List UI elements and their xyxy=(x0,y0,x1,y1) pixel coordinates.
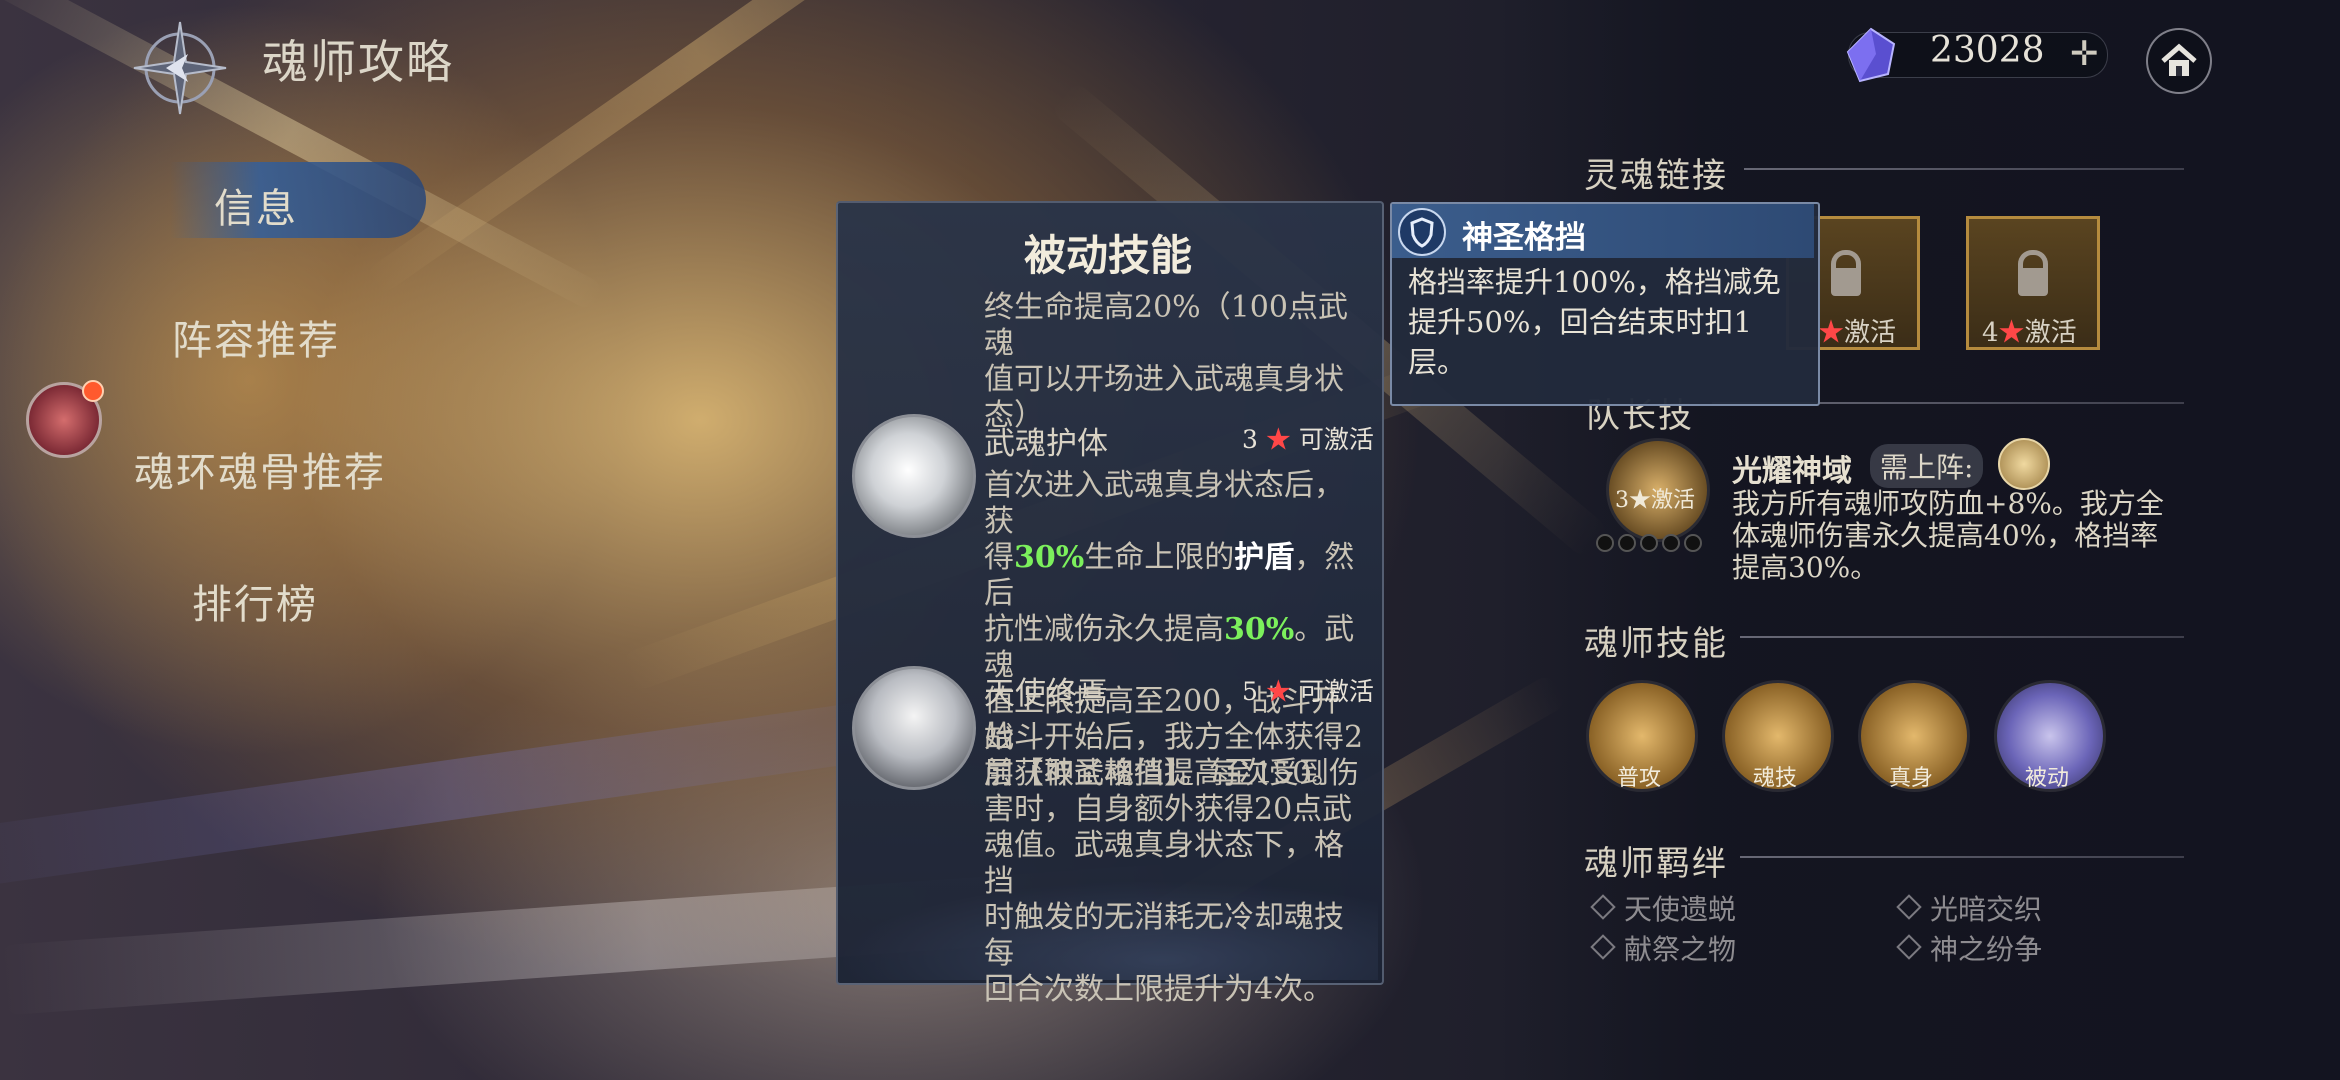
leader-skill-description: 我方所有魂师攻防血+8%。我方全 体魂师伤害永久提高40%，格挡率 提高30%。 xyxy=(1732,488,2202,584)
lock-icon-body xyxy=(2018,268,2048,296)
text: 4 xyxy=(1982,318,1999,348)
highlight-term: 护盾 xyxy=(1234,540,1295,575)
leader-badge: 3★激活 xyxy=(1615,488,1695,513)
highlight-value: 30% xyxy=(1224,612,1295,647)
leader-skill-name: 光耀神域 xyxy=(1732,454,1852,489)
back-compass-icon[interactable] xyxy=(130,18,230,118)
req-num: 5 xyxy=(1242,677,1258,706)
text: 生命上限的 xyxy=(1084,540,1235,575)
nav-item-info[interactable]: 信息 xyxy=(214,176,298,234)
bonds-title: 魂师羁绊 xyxy=(1584,844,1728,884)
desc-line: 战斗开始后，我方全体获得2 xyxy=(984,720,1364,755)
passive-panel-title: 被动技能 xyxy=(1023,231,1192,280)
required-hero-avatar[interactable] xyxy=(1998,438,2050,490)
text: 激活 xyxy=(1844,318,1897,348)
slot-label: ★激活 xyxy=(1818,312,1896,349)
req-text: 可激活 xyxy=(1298,677,1374,706)
desc-line: 我方所有魂师攻防血+8%。我方全 xyxy=(1732,487,2164,520)
tooltip-body: 格挡率提升100%，格挡减免 提升50%，回合结束时扣1 层。 xyxy=(1408,262,1804,382)
soul-link-title: 灵魂链接 xyxy=(1584,156,1728,196)
text: 激活 xyxy=(2024,318,2077,348)
text: 得 xyxy=(984,540,1014,575)
skill-wuhun-huti-icon[interactable] xyxy=(852,414,976,538)
ability-label: 普攻 xyxy=(1616,766,1661,791)
bond-item[interactable]: 神之纷争 xyxy=(1930,928,2042,968)
nav-active-highlight xyxy=(170,162,426,238)
notification-dot xyxy=(82,380,104,402)
lock-icon-body xyxy=(1831,268,1861,296)
star-icon: ★ xyxy=(1818,318,1845,348)
tooltip-header xyxy=(1392,204,1814,258)
req-num: 3 xyxy=(1242,425,1258,454)
requirement-tag: 需上阵: xyxy=(1870,444,1984,488)
desc-line: 层【神圣格挡】。每次受到伤 xyxy=(984,756,1359,791)
intro-line: 终生命提高20%（100点武魂 xyxy=(984,290,1348,361)
tooltip-title: 神圣格挡 xyxy=(1462,220,1586,256)
plus-icon[interactable]: ✛ xyxy=(2070,34,2099,74)
skill-requirement: 3 ★ 可激活 xyxy=(1242,420,1374,456)
section-divider xyxy=(1744,168,2184,170)
req-text: 可激活 xyxy=(1298,425,1374,454)
desc-line: 首次进入武魂真身状态后，获 xyxy=(984,468,1344,539)
ability-label: 真身 xyxy=(1888,766,1933,791)
skill-name: 武魂护体 xyxy=(984,426,1108,462)
passive-intro-text: 终生命提高20%（100点武魂 值可以开场进入武魂真身状 态） xyxy=(984,290,1364,434)
tooltip-line: 层。 xyxy=(1408,345,1467,379)
skill-requirement: 5 ★ 可激活 xyxy=(1242,672,1374,708)
skill-angel-end-icon[interactable] xyxy=(852,666,976,790)
abilities-title: 魂师技能 xyxy=(1584,624,1728,664)
tooltip-line: 提升50%，回合结束时扣1 xyxy=(1408,305,1752,339)
bond-item[interactable]: 献祭之物 xyxy=(1624,928,1736,968)
desc-line: 害时，自身额外获得20点武 xyxy=(984,792,1353,827)
section-divider xyxy=(1740,856,2184,858)
star-icon: ★ xyxy=(1257,425,1299,454)
skill-name: 天使终焉 xyxy=(984,676,1108,712)
leader-star-dots xyxy=(1596,534,1706,556)
desc-line: 体魂师伤害永久提高40%，格挡率 xyxy=(1732,519,2159,552)
desc-line: 提高30%。 xyxy=(1732,551,1879,584)
bond-item[interactable]: 天使遗蜕 xyxy=(1624,888,1736,928)
nav-item-lineup[interactable]: 阵容推荐 xyxy=(172,308,340,366)
nav-item-soulring-recommend[interactable]: 魂环魂骨推荐 xyxy=(134,440,386,498)
desc-line: 时触发的无消耗无冷却魂技每 xyxy=(984,900,1344,971)
tooltip-line: 格挡率提升100%，格挡减免 xyxy=(1408,265,1781,299)
bond-item[interactable]: 光暗交织 xyxy=(1930,888,2042,928)
skill-description: 战斗开始后，我方全体获得2 层【神圣格挡】。每次受到伤 害时，自身额外获得20点… xyxy=(984,720,1368,1008)
desc-line: 得30%生命上限的护盾，然后 xyxy=(984,540,1368,612)
desc-line: 回合次数上限提升为4次。 xyxy=(984,972,1334,1007)
ability-label: 被动 xyxy=(2024,766,2069,791)
star-icon: ★ xyxy=(1257,677,1299,706)
nav-item-ranking[interactable]: 排行榜 xyxy=(192,572,318,630)
slot-label: 4★激活 xyxy=(1982,312,2077,349)
highlight-value: 30% xyxy=(1014,540,1085,575)
home-button[interactable] xyxy=(2146,28,2212,94)
home-icon xyxy=(2161,43,2197,76)
ability-label: 魂技 xyxy=(1752,766,1797,791)
crystal-icon xyxy=(1842,26,1900,84)
text: 抗性减伤永久提高 xyxy=(984,612,1224,647)
shield-icon xyxy=(1398,208,1446,256)
section-divider xyxy=(1740,636,2184,638)
currency-value: 23028 xyxy=(1930,30,2045,71)
intro-line: 值可以开场进入武魂真身状 xyxy=(984,362,1344,397)
star-icon: ★ xyxy=(1998,318,2025,348)
page-title: 魂师攻略 xyxy=(262,35,454,89)
desc-line: 魂值。武魂真身状态下，格挡 xyxy=(984,828,1344,899)
